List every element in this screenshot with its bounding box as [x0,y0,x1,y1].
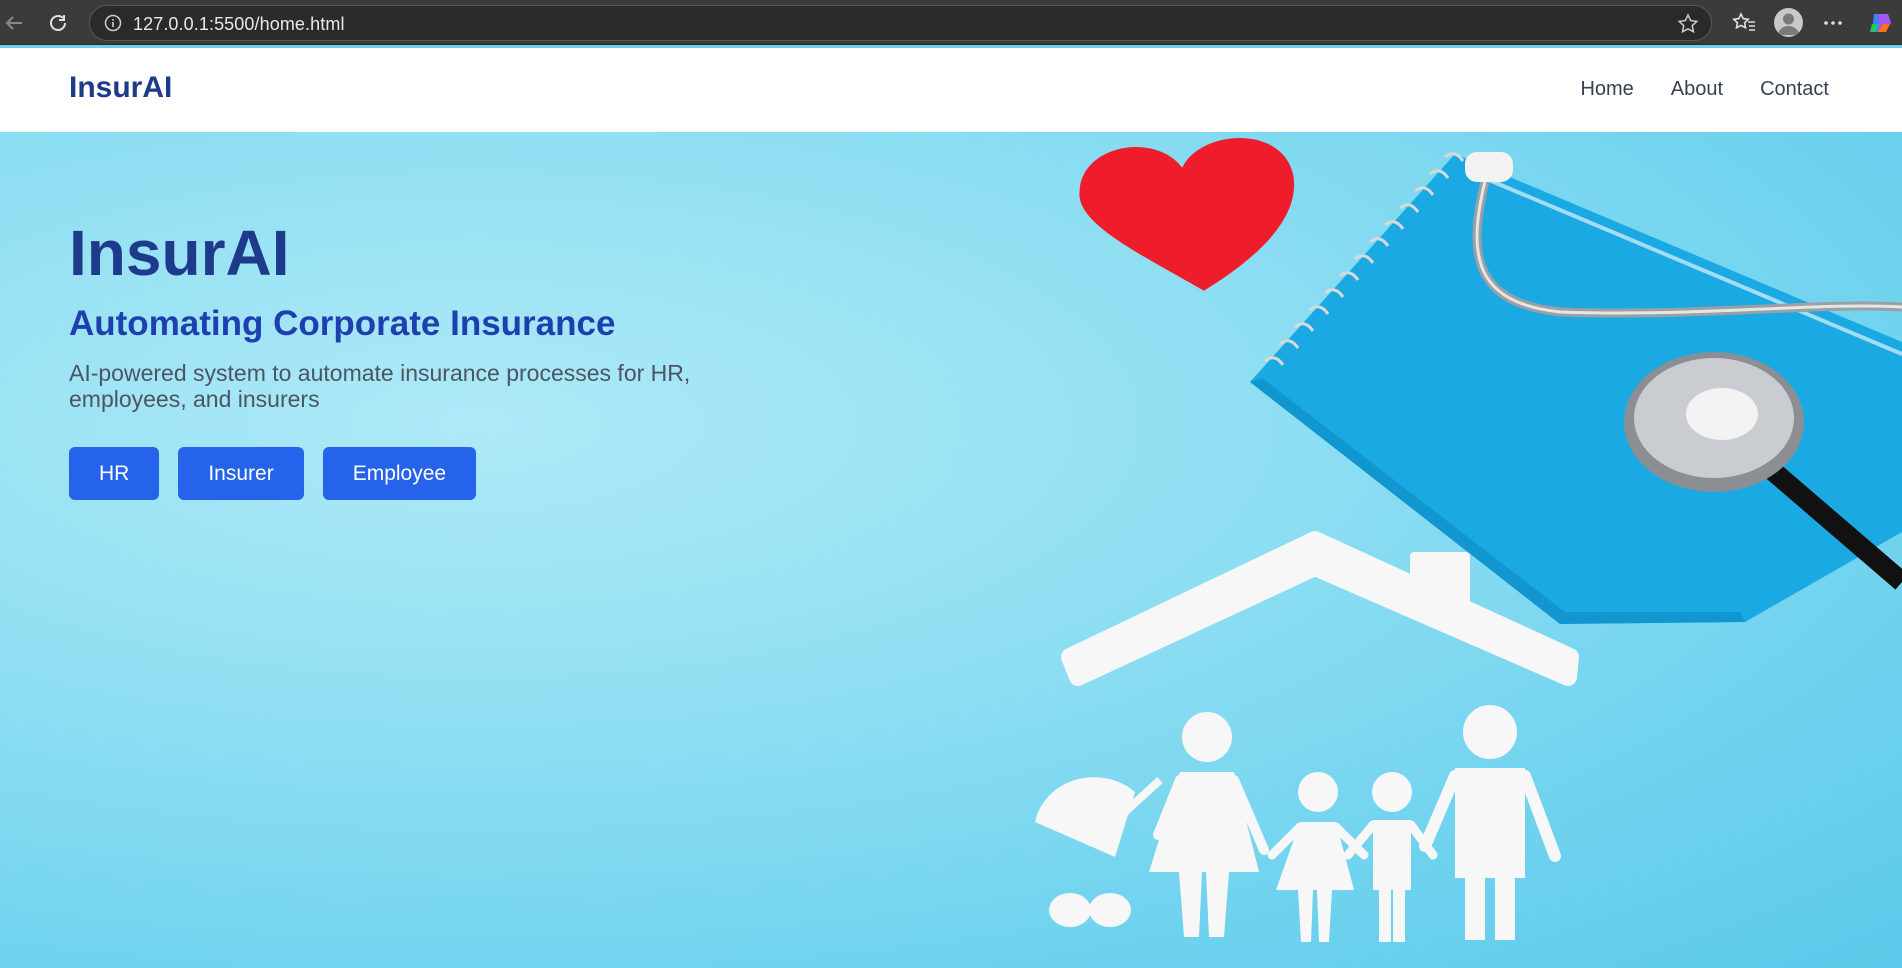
nav-link-about[interactable]: About [1671,78,1723,101]
brand-logo[interactable]: InsurAI [69,71,172,105]
star-icon[interactable] [1677,13,1699,40]
nav-links: Home About Contact [1580,78,1829,101]
copilot-icon[interactable] [1868,10,1894,36]
hero-section: InsurAI Automating Corporate Insurance A… [0,132,1902,968]
heart-illustration [1079,138,1294,291]
url-text[interactable]: 127.0.0.1:5500/home.html [133,14,345,35]
nav-link-contact[interactable]: Contact [1760,78,1829,101]
role-buttons: HR Insurer Employee [69,447,477,500]
hero-title: InsurAI [69,217,290,289]
info-icon[interactable] [104,14,122,37]
browser-toolbar: 127.0.0.1:5500/home.html [0,0,1902,45]
back-icon[interactable] [1,10,27,36]
profile-icon[interactable] [1774,8,1803,37]
employee-button[interactable]: Employee [322,447,477,500]
site-navbar: InsurAI Home About Contact [0,48,1902,132]
address-bar[interactable]: 127.0.0.1:5500/home.html [89,5,1712,41]
nav-link-home[interactable]: Home [1580,78,1633,101]
hr-button[interactable]: HR [69,447,160,500]
insurer-button[interactable]: Insurer [178,447,304,500]
reload-icon[interactable] [45,10,71,36]
hero-description: AI-powered system to automate insurance … [69,360,691,412]
more-icon[interactable] [1820,10,1846,36]
family-illustration [1035,705,1561,942]
hero-subtitle: Automating Corporate Insurance [69,304,616,343]
favorites-icon[interactable] [1731,10,1757,36]
